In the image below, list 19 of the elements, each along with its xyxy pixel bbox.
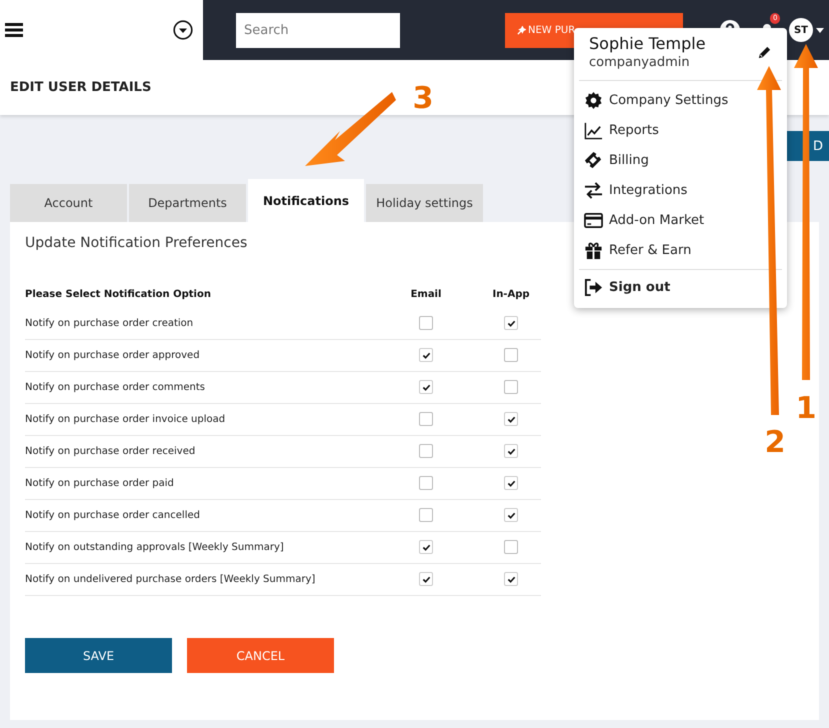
option-label: Notify on purchase order comments [25,382,206,393]
option-label: Notify on purchase order invoice upload [25,414,226,425]
user-role: companyadmin [589,55,691,70]
annotation-number: 3 [412,81,434,116]
option-label: Notify on purchase order paid [25,478,174,489]
panel-title: Update Notification Preferences [25,235,248,251]
column-header: In-App [491,289,531,302]
option-label: Notify on purchase order approved [25,350,200,361]
option-label: Notify on purchase order received [25,446,196,457]
option-label: Notify on purchase order creation [25,318,194,329]
option-label: Notify on outstanding approvals [Weekly Summary] [25,542,284,553]
annotation-number: 2 [764,425,786,460]
annotation-number: 1 [796,391,816,426]
option-label: Notify on purchase order cancelled [25,510,200,521]
page-title: EDIT USER DETAILS [10,80,152,95]
column-header: Please Select Notification Option [25,289,212,302]
user-name: Sophie Temple [589,34,706,53]
option-label: Notify on undelivered purchase orders [Weekly Summary] [25,574,316,585]
column-header: Email [410,289,442,302]
